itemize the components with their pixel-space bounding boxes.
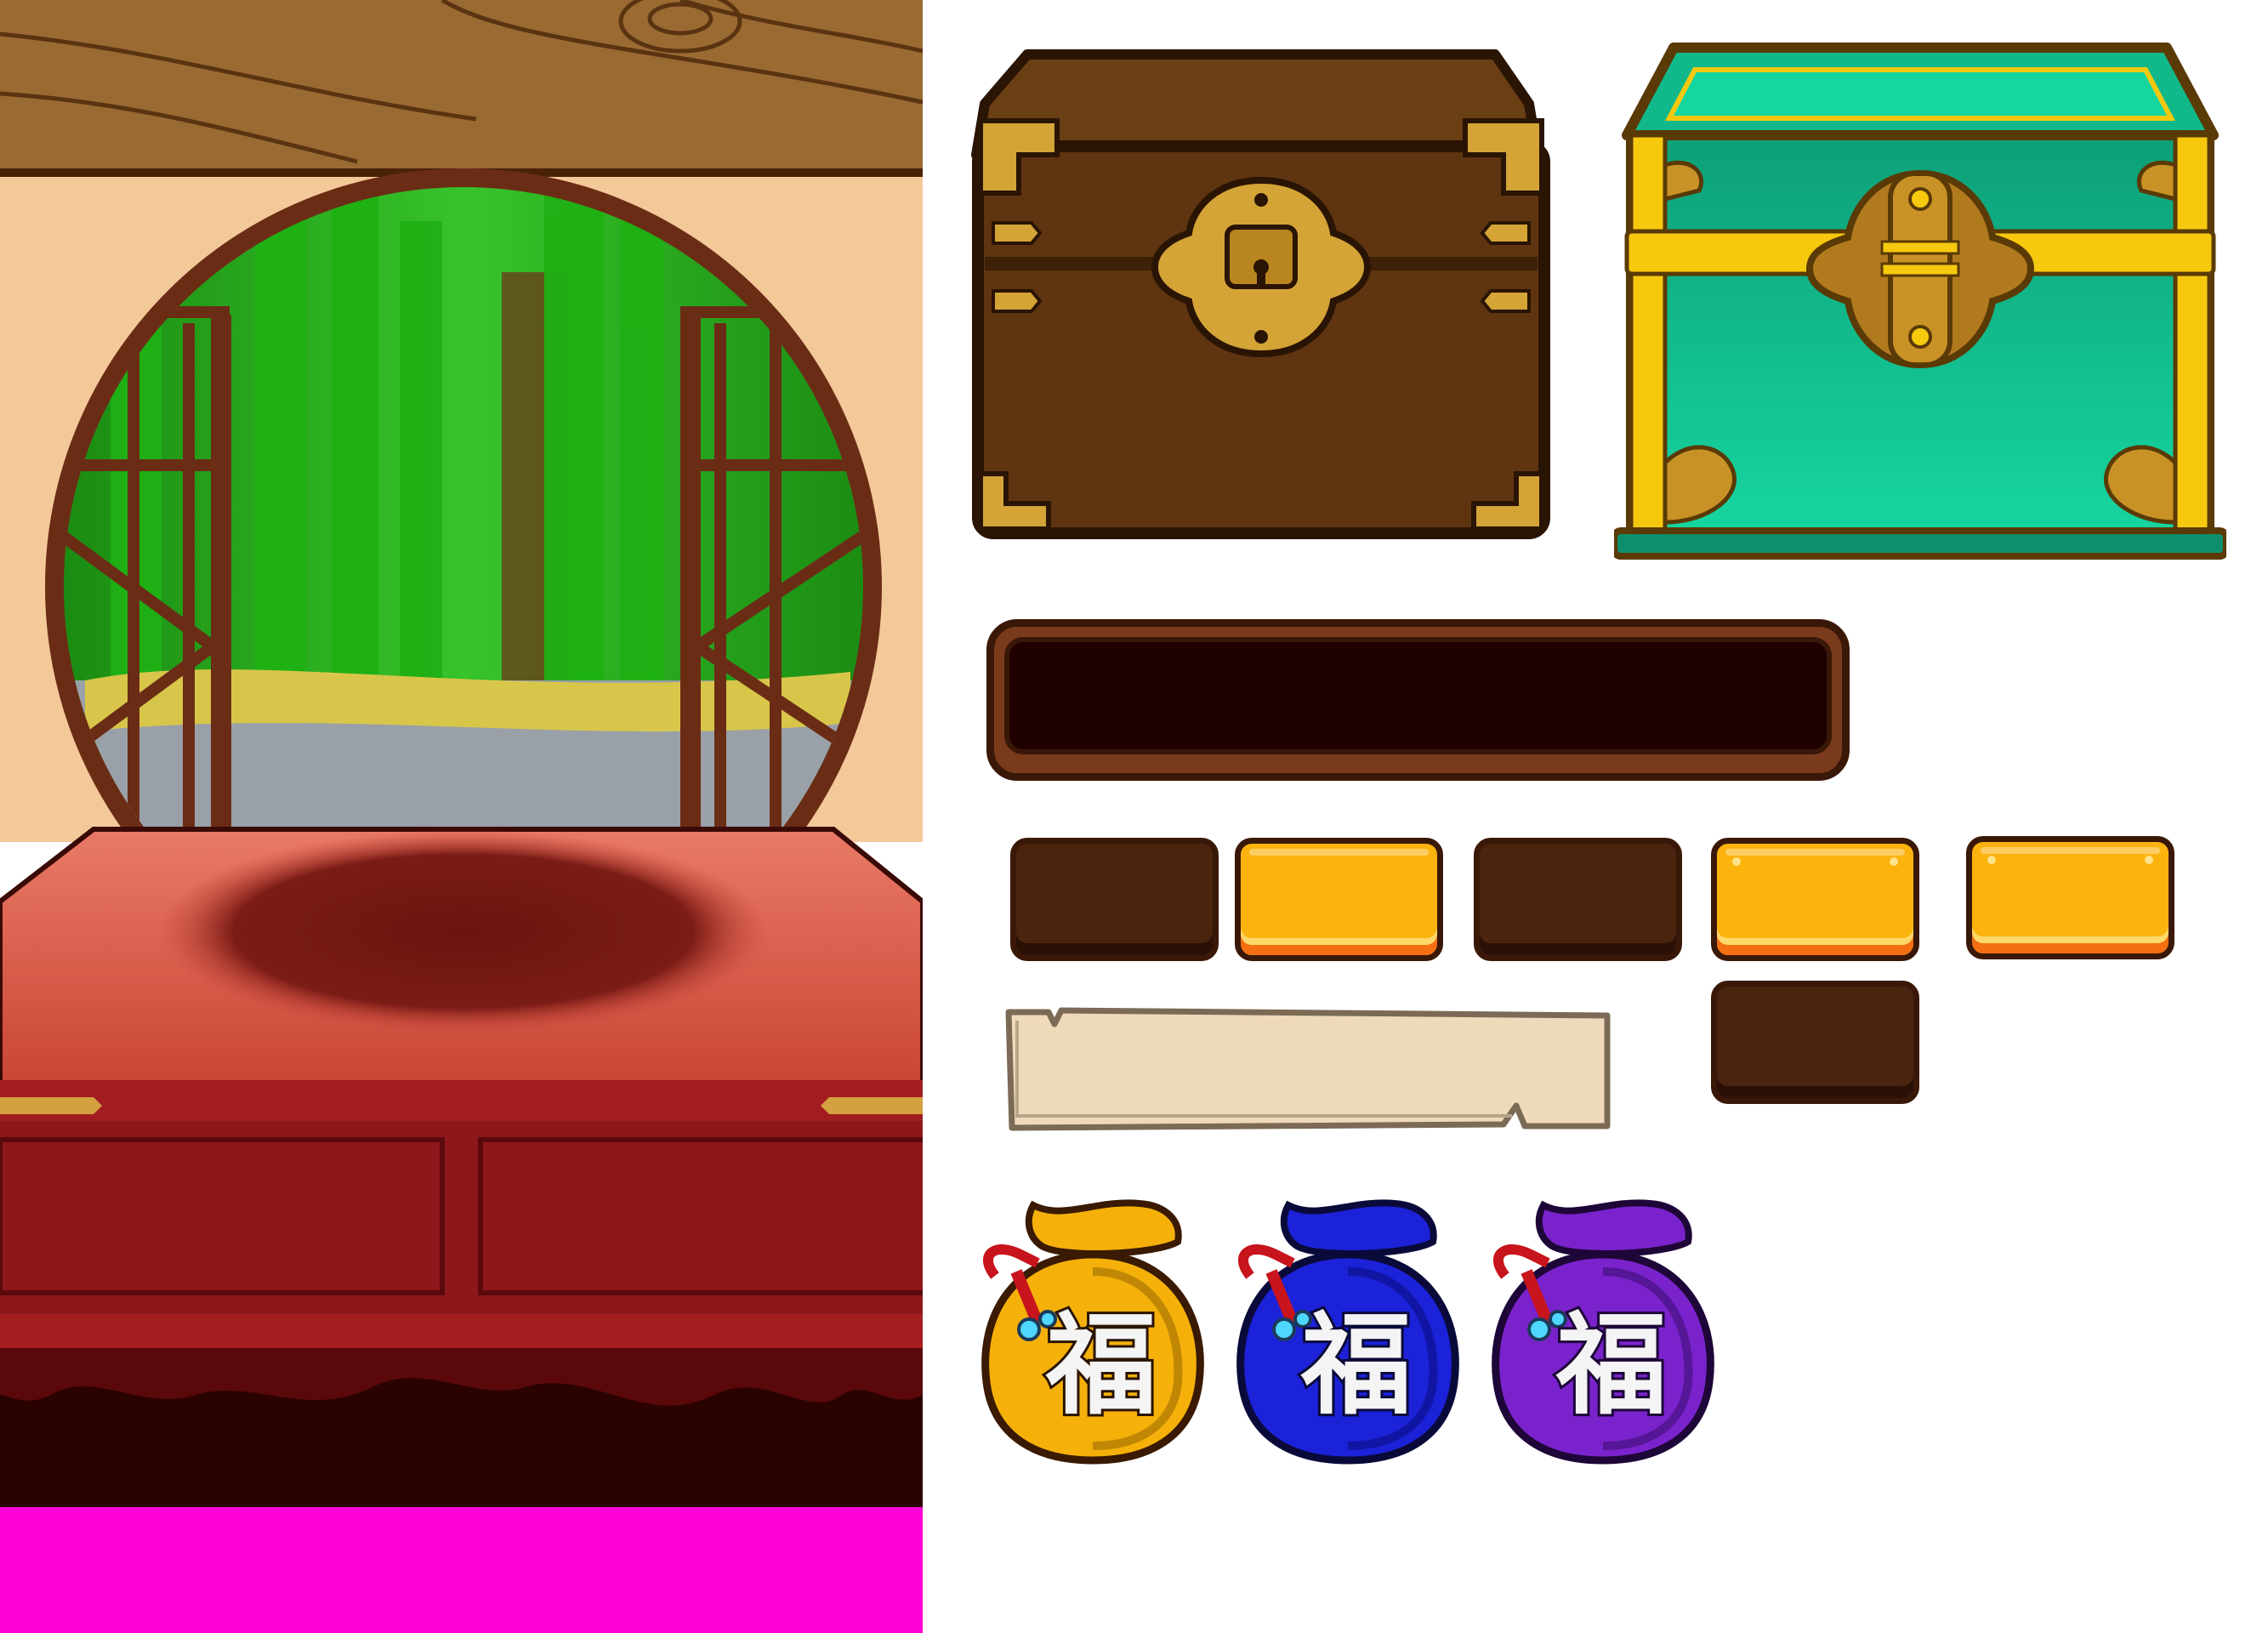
scene-illustration <box>0 0 923 1633</box>
lucky-pouch-gold: 福 <box>969 1195 1216 1467</box>
gold-button-tile[interactable] <box>1235 838 1443 961</box>
dark-button-tile[interactable] <box>1474 838 1682 961</box>
lucky-pouch-blue: 福 <box>1225 1195 1471 1467</box>
jade-chest <box>1611 37 2230 561</box>
pouch-glyph: 福 <box>1554 1299 1669 1431</box>
progress-bar-frame <box>986 619 1850 781</box>
dark-button-tile[interactable] <box>1010 838 1219 961</box>
magenta-strip <box>0 1507 923 1633</box>
table-top-shadow <box>157 829 770 1033</box>
pouch-glyph: 福 <box>1043 1299 1159 1431</box>
progress-bar-track <box>1004 637 1832 754</box>
gold-button-tile[interactable] <box>1711 838 1919 961</box>
dark-button-tile[interactable] <box>1711 981 1919 1104</box>
pouch-glyph: 福 <box>1299 1299 1414 1431</box>
gold-button-tile[interactable] <box>1966 836 2174 959</box>
scene-background <box>0 0 923 1633</box>
scroll-banner <box>1002 1005 1614 1135</box>
wooden-chest <box>968 44 1555 543</box>
lucky-pouch-purple: 福 <box>1480 1195 1726 1467</box>
